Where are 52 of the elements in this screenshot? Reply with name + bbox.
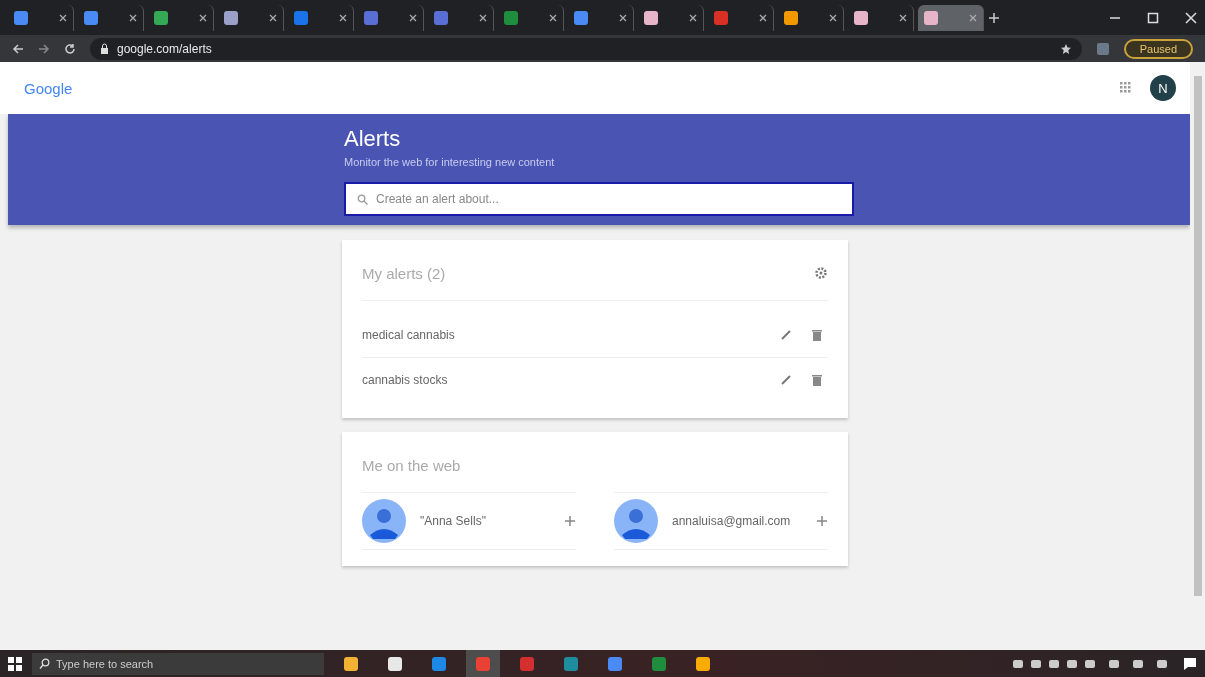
close-tab-icon[interactable] bbox=[689, 13, 697, 22]
close-tab-icon[interactable] bbox=[829, 13, 837, 22]
notification-icon[interactable] bbox=[1183, 656, 1197, 671]
account-avatar[interactable]: N bbox=[1150, 75, 1176, 101]
address-bar[interactable]: google.com/alerts bbox=[90, 37, 1082, 60]
add-icon[interactable] bbox=[816, 515, 828, 527]
delete-icon[interactable] bbox=[812, 329, 822, 341]
card-title: Me on the web bbox=[362, 456, 461, 474]
extension-icon[interactable] bbox=[1095, 41, 1110, 56]
profile-button[interactable]: Paused bbox=[1123, 38, 1193, 59]
windows-start-icon[interactable] bbox=[8, 656, 22, 671]
search-icon bbox=[39, 657, 50, 669]
close-tab-icon[interactable] bbox=[899, 13, 907, 22]
person-avatar-icon bbox=[362, 499, 406, 543]
scrollbar-thumb[interactable] bbox=[1193, 76, 1202, 596]
close-tab-icon[interactable] bbox=[59, 13, 67, 22]
star-icon[interactable] bbox=[1059, 42, 1072, 55]
close-tab-icon[interactable] bbox=[549, 13, 557, 22]
close-tab-icon[interactable] bbox=[269, 13, 277, 22]
edit-icon[interactable] bbox=[780, 374, 792, 386]
back-icon[interactable] bbox=[12, 42, 24, 55]
web-identity: "Anna Sells" bbox=[420, 514, 487, 528]
alert-search-field[interactable]: Create an alert about... bbox=[344, 182, 854, 216]
close-tab-icon[interactable] bbox=[479, 13, 487, 22]
lock-icon bbox=[100, 43, 109, 54]
apps-grid-icon[interactable] bbox=[1120, 82, 1132, 94]
alert-name[interactable]: cannabis stocks bbox=[362, 373, 760, 387]
close-tab-icon[interactable] bbox=[619, 13, 627, 22]
taskbar-search-field[interactable]: Type here to search bbox=[32, 652, 324, 675]
delete-icon[interactable] bbox=[812, 374, 822, 386]
google-logo[interactable]: Google bbox=[24, 79, 73, 97]
alert-name[interactable]: medical cannabis bbox=[362, 328, 760, 342]
browser-tab[interactable] bbox=[918, 4, 984, 31]
close-tab-icon[interactable] bbox=[409, 13, 417, 22]
search-icon bbox=[357, 194, 368, 205]
page-title: Alerts bbox=[344, 126, 402, 152]
close-tab-icon[interactable] bbox=[199, 13, 207, 22]
edit-icon[interactable] bbox=[780, 329, 792, 341]
close-tab-icon[interactable] bbox=[339, 13, 347, 22]
settings-icon[interactable] bbox=[814, 266, 828, 280]
reload-icon[interactable] bbox=[64, 42, 76, 55]
close-tab-icon[interactable] bbox=[759, 13, 767, 22]
person-avatar-icon bbox=[614, 499, 658, 543]
page-subtitle: Monitor the web for interesting new content bbox=[344, 156, 556, 168]
maximize-icon[interactable] bbox=[1147, 11, 1159, 24]
web-identity: annaluisa@gmail.com bbox=[672, 514, 792, 528]
add-icon[interactable] bbox=[564, 515, 576, 527]
close-icon[interactable] bbox=[1185, 11, 1197, 24]
new-tab-icon[interactable] bbox=[988, 11, 1000, 24]
forward-icon[interactable] bbox=[38, 42, 50, 55]
close-tab-icon[interactable] bbox=[129, 13, 137, 22]
card-title: My alerts (2) bbox=[362, 264, 446, 282]
